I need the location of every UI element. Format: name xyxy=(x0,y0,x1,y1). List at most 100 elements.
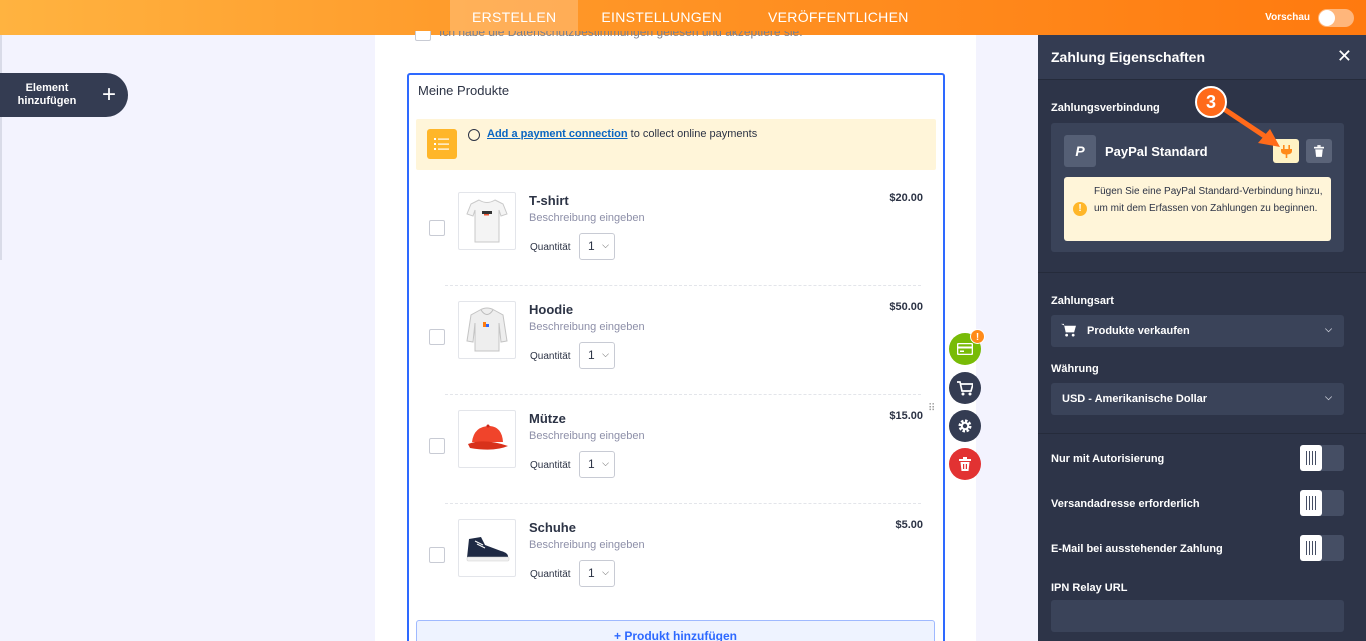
shipping-address-toggle[interactable] xyxy=(1300,490,1344,516)
quantity-label: Quantität xyxy=(530,242,571,253)
chevron-down-icon: ⌵ xyxy=(602,458,609,468)
notice-radio[interactable] xyxy=(468,129,480,141)
product-description: Beschreibung eingeben xyxy=(529,321,645,333)
payment-type-select[interactable]: Produkte verkaufen ⌵ xyxy=(1051,315,1344,347)
cart-icon xyxy=(1061,323,1076,340)
quantity-label: Quantität xyxy=(530,460,571,471)
cart-tool[interactable] xyxy=(949,372,981,404)
product-name: T-shirt xyxy=(529,193,569,208)
hoodie-image xyxy=(458,301,516,359)
toggle-label-pending-email: E-Mail bei ausstehender Zahlung xyxy=(1051,543,1223,555)
chevron-down-icon: ⌵ xyxy=(1325,392,1332,402)
pending-email-toggle[interactable] xyxy=(1300,535,1344,561)
add-element-label: Element hinzufügen xyxy=(17,82,77,107)
cap-image xyxy=(458,410,516,468)
chevron-down-icon: ⌵ xyxy=(602,240,609,250)
quantity-select[interactable]: 1 ⌵ xyxy=(579,342,615,369)
quantity-select[interactable]: 1 ⌵ xyxy=(579,451,615,478)
paypal-logo-icon: P xyxy=(1064,135,1096,167)
notice-text: Add a payment connection to collect onli… xyxy=(487,128,757,140)
left-edge-divider xyxy=(0,35,2,260)
quantity-select[interactable]: 1 ⌵ xyxy=(579,560,615,587)
privacy-consent-row: Ich habe die Datenschutzbestimmungen gel… xyxy=(415,31,935,41)
tab-erstellen[interactable]: ERSTELLEN xyxy=(450,0,579,35)
ipn-label: IPN Relay URL xyxy=(1051,582,1128,594)
chevron-down-icon: ⌵ xyxy=(602,567,609,577)
payment-notice: Add a payment connection to collect onli… xyxy=(416,119,936,170)
quantity-select[interactable]: 1 ⌵ xyxy=(579,233,615,260)
connection-label: Zahlungsverbindung xyxy=(1051,102,1160,114)
close-icon[interactable]: ✕ xyxy=(1337,47,1352,65)
quantity-label: Quantität xyxy=(530,351,571,362)
ipn-url-input[interactable] xyxy=(1051,600,1344,632)
currency-select[interactable]: USD - Amerikanische Dollar ⌵ xyxy=(1051,383,1344,415)
panel-header: Zahlung Eigenschaften ✕ xyxy=(1038,35,1366,80)
toggle-label-authorization: Nur mit Autorisierung xyxy=(1051,453,1165,465)
shoe-image xyxy=(458,519,516,577)
product-checkbox[interactable] xyxy=(429,220,445,236)
gear-icon xyxy=(958,419,972,433)
provider-name: PayPal Standard xyxy=(1105,144,1208,159)
tab-veroeffentlichen[interactable]: VERÖFFENTLICHEN xyxy=(745,0,932,35)
quantity-label: Quantität xyxy=(530,569,571,580)
toggle-label-shipping: Versandadresse erforderlich xyxy=(1051,498,1200,510)
product-name: Mütze xyxy=(529,411,566,426)
preview-toggle-knob xyxy=(1319,9,1335,26)
section-separator xyxy=(1038,433,1366,434)
card-icon xyxy=(957,343,973,355)
chevron-down-icon: ⌵ xyxy=(602,349,609,359)
trash-icon xyxy=(1314,145,1324,157)
product-description: Beschreibung eingeben xyxy=(529,430,645,442)
preview-toggle[interactable] xyxy=(1318,8,1354,27)
connection-warning: ! Fügen Sie eine PayPal Standard-Verbind… xyxy=(1064,177,1331,241)
toggle-knob xyxy=(1300,490,1322,516)
currency-label: Währung xyxy=(1051,363,1099,375)
trash-icon xyxy=(959,457,971,471)
toggle-knob xyxy=(1300,535,1322,561)
product-checkbox[interactable] xyxy=(429,438,445,454)
product-divider xyxy=(445,285,921,286)
product-row: Mütze Beschreibung eingeben Quantität 1 ⌵… xyxy=(409,396,943,505)
product-price: $15.00 xyxy=(889,410,923,422)
annotation-arrow xyxy=(1221,106,1280,147)
product-description: Beschreibung eingeben xyxy=(529,212,645,224)
properties-panel: Zahlung Eigenschaften ✕ Zahlungsverbindu… xyxy=(1038,35,1366,641)
form-canvas: Ich habe die Datenschutzbestimmungen gel… xyxy=(375,31,976,641)
preview-control: Vorschau xyxy=(1265,0,1354,35)
product-row: Hoodie Beschreibung eingeben Quantität 1… xyxy=(409,287,943,396)
quantity-value: 1 xyxy=(588,348,595,362)
products-title: Meine Produkte xyxy=(418,83,510,98)
delete-tool[interactable] xyxy=(949,448,981,480)
settings-tool[interactable] xyxy=(949,410,981,442)
payment-warning-badge: ! xyxy=(970,329,985,344)
step-number-badge: 3 xyxy=(1195,86,1227,118)
tab-einstellungen[interactable]: EINSTELLUNGEN xyxy=(578,0,745,35)
warning-text: Fügen Sie eine PayPal Standard-Verbindun… xyxy=(1094,186,1323,214)
product-price: $5.00 xyxy=(895,519,923,531)
product-divider xyxy=(445,394,921,395)
privacy-label: Ich habe die Datenschutzbestimmungen gel… xyxy=(439,31,803,39)
product-divider xyxy=(445,503,921,504)
add-payment-connection-link[interactable]: Add a payment connection xyxy=(487,128,628,140)
products-field[interactable]: Meine Produkte Add a payment connection … xyxy=(407,73,945,641)
delete-connection-button[interactable] xyxy=(1306,139,1332,163)
product-row: T-shirt Beschreibung eingeben Quantität … xyxy=(409,178,943,287)
product-checkbox[interactable] xyxy=(429,329,445,345)
currency-value: USD - Amerikanische Dollar xyxy=(1062,393,1208,405)
product-description: Beschreibung eingeben xyxy=(529,539,645,551)
preview-label: Vorschau xyxy=(1265,12,1310,23)
privacy-checkbox[interactable] xyxy=(415,31,431,41)
tshirt-image xyxy=(458,192,516,250)
authorization-toggle[interactable] xyxy=(1300,445,1344,471)
quantity-value: 1 xyxy=(588,566,595,580)
add-element-button[interactable]: Element hinzufügen + xyxy=(0,73,128,117)
builder-tabs: ERSTELLEN EINSTELLUNGEN VERÖFFENTLICHEN xyxy=(450,0,932,35)
panel-title: Zahlung Eigenschaften xyxy=(1051,49,1206,65)
quantity-value: 1 xyxy=(588,457,595,471)
add-product-button[interactable]: + Produkt hinzufügen xyxy=(416,620,935,641)
warning-icon: ! xyxy=(1073,202,1087,216)
list-icon xyxy=(427,129,457,159)
toggle-knob xyxy=(1300,445,1322,471)
product-checkbox[interactable] xyxy=(429,547,445,563)
payment-type-label: Zahlungsart xyxy=(1051,295,1114,307)
